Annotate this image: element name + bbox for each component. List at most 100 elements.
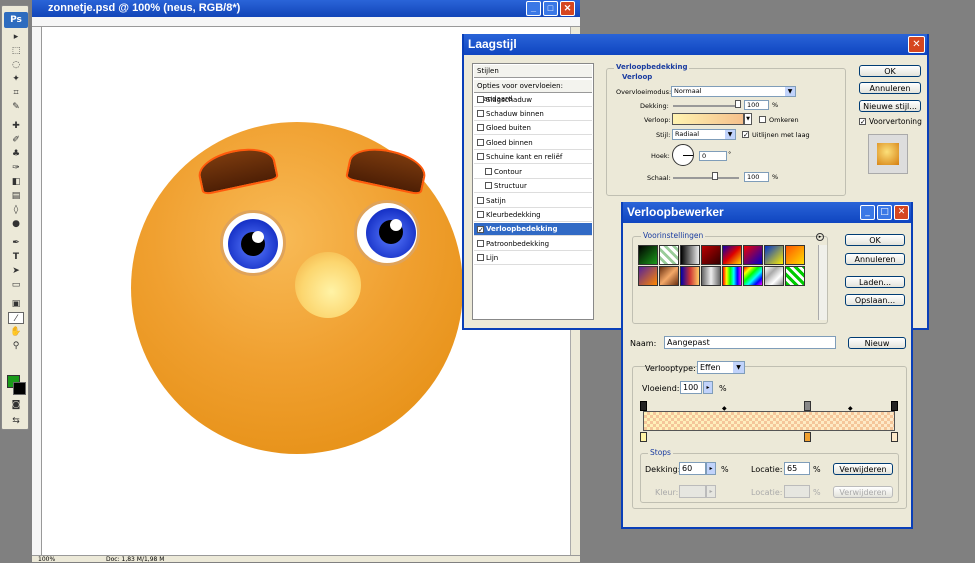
dodge-tool-icon[interactable]: ●: [8, 218, 24, 230]
slice-tool-icon[interactable]: ✎: [8, 101, 24, 113]
verloop-gradient-preview[interactable]: [672, 113, 744, 125]
style-item-contour[interactable]: Contour: [474, 166, 592, 179]
background-color-swatch[interactable]: [13, 382, 26, 395]
preset-swatch[interactable]: [680, 266, 700, 286]
vloeiend-arrow-icon[interactable]: ▸: [703, 381, 713, 394]
dekking-slider-handle[interactable]: [735, 100, 741, 108]
preset-swatch[interactable]: [638, 245, 658, 265]
preset-swatch[interactable]: [764, 266, 784, 286]
annuleren-button[interactable]: Annuleren: [845, 253, 905, 265]
opacity-stop-left[interactable]: [640, 401, 647, 411]
minimize-icon[interactable]: _: [526, 1, 541, 16]
notes-tool-icon[interactable]: ▣: [8, 298, 24, 310]
gradient-bar[interactable]: [643, 411, 895, 431]
overvloeimodus-select[interactable]: Normaal ▼: [671, 86, 796, 97]
style-item-structuur[interactable]: Structuur: [474, 180, 592, 193]
uitlijnen-checkbox[interactable]: ✓: [742, 131, 749, 139]
schaal-slider-handle[interactable]: [712, 172, 718, 180]
preset-swatch[interactable]: [743, 245, 763, 265]
quick-mask-icon[interactable]: ◙: [8, 399, 24, 411]
color-stop-right[interactable]: [891, 432, 898, 442]
style-item-schuine-kant[interactable]: Schuine kant en reliëf: [474, 151, 592, 164]
close-icon[interactable]: ✕: [894, 205, 909, 220]
checkbox[interactable]: [485, 168, 492, 175]
history-brush-icon[interactable]: ✑: [8, 162, 24, 174]
checkbox[interactable]: [477, 110, 484, 117]
shape-tool-icon[interactable]: ▭: [8, 279, 24, 291]
preset-swatch[interactable]: [680, 245, 700, 265]
style-item-opties[interactable]: Opties voor overvloeien: standaard: [474, 80, 592, 103]
style-item-gloed-binnen[interactable]: Gloed binnen: [474, 137, 592, 150]
checkbox-checked[interactable]: ✓: [477, 226, 484, 234]
checkbox[interactable]: [477, 254, 484, 261]
nieuwe-stijl-button[interactable]: Nieuwe stijl...: [859, 100, 921, 112]
style-item-slagschaduw[interactable]: Slagschaduw: [474, 94, 592, 107]
preset-swatch[interactable]: [722, 266, 742, 286]
annuleren-button[interactable]: Annuleren: [859, 82, 921, 94]
photoshop-logo[interactable]: Ps: [4, 12, 28, 28]
pen-tool-icon[interactable]: ✒: [8, 237, 24, 249]
style-item-stijlen[interactable]: Stijlen: [474, 65, 592, 78]
color-stop-left[interactable]: [640, 432, 647, 442]
eraser-icon[interactable]: ◧: [8, 176, 24, 188]
checkbox[interactable]: [477, 197, 484, 204]
presets-menu-icon[interactable]: ▸: [816, 233, 824, 241]
preset-swatch[interactable]: [722, 245, 742, 265]
marquee-tool-icon[interactable]: ⬚: [8, 45, 24, 57]
close-icon[interactable]: ✕: [560, 1, 575, 16]
preset-swatch[interactable]: [659, 245, 679, 265]
verloop-dropdown-icon[interactable]: ▼: [744, 113, 752, 125]
laden-button[interactable]: Laden...: [845, 276, 905, 288]
opacity-stop-right[interactable]: [891, 401, 898, 411]
checkbox[interactable]: [485, 182, 492, 189]
voorvertoning-checkbox[interactable]: ✓: [859, 118, 866, 126]
preset-swatch[interactable]: [743, 266, 763, 286]
lasso-tool-icon[interactable]: ◌: [8, 59, 24, 71]
nieuw-button[interactable]: Nieuw: [848, 337, 906, 349]
stop-dekking-arrow-icon[interactable]: ▸: [706, 462, 716, 475]
preset-swatch[interactable]: [785, 245, 805, 265]
stop-dekking-input[interactable]: 60: [679, 462, 706, 475]
preset-swatch[interactable]: [659, 266, 679, 286]
style-item-kleurbedekking[interactable]: Kleurbedekking: [474, 209, 592, 222]
stop-locatie-input[interactable]: 65: [784, 462, 810, 475]
dekking-input[interactable]: 100: [744, 100, 769, 110]
maximize-icon[interactable]: □: [877, 205, 892, 220]
opacity-stop-mid[interactable]: [804, 401, 811, 411]
checkbox[interactable]: [477, 124, 484, 131]
preset-swatch[interactable]: [638, 266, 658, 286]
hoek-dial[interactable]: [672, 144, 694, 166]
style-item-lijn[interactable]: Lijn: [474, 252, 592, 265]
style-item-satijn[interactable]: Satijn: [474, 195, 592, 208]
schaal-input[interactable]: 100: [744, 172, 769, 182]
gradient-tool-icon[interactable]: ▤: [8, 190, 24, 202]
checkbox[interactable]: [477, 96, 484, 103]
preset-swatch[interactable]: [701, 266, 721, 286]
style-item-verloopbedekking[interactable]: ✓ Verloopbedekking: [474, 223, 592, 236]
color-stop-mid[interactable]: [804, 432, 811, 442]
healing-brush-icon[interactable]: ✚: [8, 120, 24, 132]
verlooptype-select[interactable]: Effen ▼: [697, 361, 745, 374]
path-select-icon[interactable]: ➤: [8, 265, 24, 277]
checkbox[interactable]: [477, 139, 484, 146]
checkbox[interactable]: [477, 211, 484, 218]
stijl-select[interactable]: Radiaal ▼: [672, 129, 736, 140]
hoek-input[interactable]: 0: [699, 151, 727, 161]
checkbox[interactable]: [477, 153, 484, 160]
preset-swatch[interactable]: [764, 245, 784, 265]
ok-button[interactable]: OK: [845, 234, 905, 246]
schaal-slider[interactable]: [673, 177, 739, 179]
preset-swatch[interactable]: [701, 245, 721, 265]
style-item-gloed-buiten[interactable]: Gloed buiten: [474, 122, 592, 135]
zoom-tool-icon[interactable]: ⚲: [8, 340, 24, 352]
vloeiend-input[interactable]: 100: [680, 381, 702, 394]
presets-scrollbar[interactable]: [818, 245, 827, 320]
preset-swatch[interactable]: [785, 266, 805, 286]
naam-input[interactable]: Aangepast: [664, 336, 836, 349]
clone-stamp-icon[interactable]: ♣: [8, 148, 24, 160]
magic-wand-icon[interactable]: ✦: [8, 73, 24, 85]
brush-tool-icon[interactable]: ✐: [8, 134, 24, 146]
minimize-icon[interactable]: _: [860, 205, 875, 220]
move-tool-icon[interactable]: ▸: [8, 31, 24, 43]
style-item-schaduw-binnen[interactable]: Schaduw binnen: [474, 108, 592, 121]
